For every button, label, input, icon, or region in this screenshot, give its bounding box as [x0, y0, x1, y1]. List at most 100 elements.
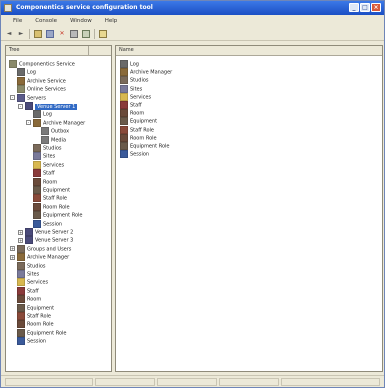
up-icon[interactable]: [34, 29, 42, 38]
tree-header-label: Tree: [9, 47, 20, 53]
tree-item[interactable]: Online Services: [17, 85, 66, 94]
collapse-icon[interactable]: -: [10, 95, 15, 101]
tree-item-label: Room Role: [27, 321, 54, 328]
tree-item[interactable]: Studios: [33, 144, 62, 152]
list-item-label: Room Role: [130, 135, 157, 142]
folder-icon: [17, 278, 25, 287]
title-bar[interactable]: Componentics service configuration tool …: [1, 1, 384, 15]
tree-item[interactable]: + Venue Server 3: [18, 236, 74, 245]
tree-item-label: Venue Server 2: [35, 229, 74, 236]
menu-file[interactable]: File: [13, 15, 22, 27]
forward-icon[interactable]: ►: [17, 30, 25, 38]
tree-item-label: Archive Manager: [43, 120, 86, 127]
tree-item-label: Staff Role: [43, 195, 68, 202]
list-item[interactable]: Studios: [120, 76, 149, 85]
expand-icon[interactable]: +: [10, 246, 15, 252]
tree-item[interactable]: Outbox: [41, 127, 69, 136]
tree-item[interactable]: Staff Role: [17, 312, 51, 320]
menu-window[interactable]: Window: [70, 15, 92, 27]
tree-item[interactable]: Session: [33, 219, 62, 228]
tree-item[interactable]: Equipment: [33, 186, 70, 194]
list-item[interactable]: Equipment: [120, 117, 157, 126]
staff-icon: [17, 286, 25, 295]
equipment-icon: [17, 303, 25, 312]
tree-item[interactable]: + Venue Server 2: [18, 228, 73, 236]
server-icon: [25, 102, 33, 110]
tree-item[interactable]: Archive Service: [17, 76, 66, 85]
tree-item[interactable]: Room Role: [33, 202, 70, 211]
expand-icon[interactable]: +: [18, 237, 23, 243]
tree-item[interactable]: Sites: [33, 152, 55, 161]
tree-item[interactable]: Staff Role: [33, 194, 68, 203]
tree-item[interactable]: - Venue Server 1: [18, 102, 78, 110]
back-icon[interactable]: ◄: [5, 30, 13, 38]
tree-item-label: Equipment: [27, 305, 55, 312]
list-item[interactable]: Staff: [120, 101, 142, 109]
menu-help[interactable]: Help: [105, 15, 118, 27]
media-icon: [41, 135, 49, 144]
list-item[interactable]: Session: [120, 150, 150, 159]
room-role-icon: [120, 133, 128, 142]
tree-item[interactable]: Services: [33, 160, 64, 169]
export-icon[interactable]: [82, 29, 90, 38]
tree-item-label: Venue Server 3: [35, 237, 74, 244]
menu-bar: File Console Window Help: [1, 15, 384, 27]
properties-icon[interactable]: [70, 29, 78, 38]
tree-item[interactable]: Staff: [33, 169, 55, 178]
tree-item-label: Studios: [43, 145, 62, 152]
list-item[interactable]: Sites: [120, 84, 142, 93]
tree-item[interactable]: Log: [17, 68, 36, 77]
tree-item[interactable]: Sites: [17, 270, 39, 278]
close-button[interactable]: ×: [371, 3, 381, 12]
tree-item[interactable]: - Archive Manager: [26, 118, 86, 127]
collapse-icon[interactable]: -: [18, 103, 23, 109]
menu-console[interactable]: Console: [35, 15, 57, 27]
help-icon[interactable]: [99, 29, 107, 38]
folder-icon: [33, 160, 41, 169]
tree-pane[interactable]: Tree Componentics Service Log Archive Serv…: [5, 45, 112, 372]
tree-header[interactable]: Tree: [6, 46, 111, 56]
tree-item[interactable]: Equipment Role: [17, 328, 67, 337]
list-item[interactable]: Services: [120, 92, 151, 101]
staff-role-icon: [33, 194, 41, 203]
list-item[interactable]: Equipment Role: [120, 142, 170, 150]
tree-item-label: Session: [27, 338, 47, 345]
details-pane[interactable]: Name Log Archive Manager Studios Sites Servi…: [115, 45, 383, 372]
tree-item[interactable]: Session: [17, 337, 47, 346]
header-splitter[interactable]: [88, 46, 89, 55]
list-item-label: Session: [130, 151, 150, 158]
tree-item[interactable]: Studios: [17, 261, 46, 270]
list-item[interactable]: Log: [120, 60, 139, 68]
tree-item[interactable]: Equipment: [17, 303, 55, 312]
list-item[interactable]: Archive Manager: [120, 68, 172, 77]
tree-item[interactable]: Room: [17, 295, 41, 304]
maximize-button[interactable]: □: [360, 3, 370, 12]
tree-item[interactable]: Equipment Role: [33, 211, 83, 220]
list-item[interactable]: Room Role: [120, 133, 157, 142]
tree-item[interactable]: Services: [17, 278, 48, 287]
list-item-label: Log: [130, 61, 139, 68]
session-icon: [120, 150, 128, 159]
tree-item[interactable]: Componentics Service: [9, 60, 75, 68]
expand-icon[interactable]: +: [10, 254, 15, 260]
list-item[interactable]: Staff Role: [120, 125, 154, 134]
tree-item[interactable]: Log: [33, 110, 52, 119]
delete-icon[interactable]: ✕: [58, 30, 66, 38]
tree-icon[interactable]: [46, 29, 54, 38]
room-icon: [33, 177, 41, 186]
tree-item[interactable]: Media: [41, 135, 66, 144]
tree-item[interactable]: Room Role: [17, 320, 54, 329]
studios-icon: [120, 76, 128, 85]
folder-icon: [120, 92, 128, 101]
list-header[interactable]: Name: [116, 46, 382, 56]
list-item[interactable]: Room: [120, 109, 144, 118]
tree-item[interactable]: Staff: [17, 286, 39, 295]
minimize-button[interactable]: _: [349, 3, 359, 12]
tree-item[interactable]: Room: [33, 177, 57, 186]
tree-item[interactable]: + Groups and Users: [10, 244, 71, 253]
expand-icon[interactable]: +: [18, 229, 23, 235]
collapse-icon[interactable]: -: [26, 120, 31, 126]
room-icon: [17, 295, 25, 304]
tree-item[interactable]: - Servers: [10, 93, 46, 102]
tree-item[interactable]: + Archive Manager: [10, 253, 69, 262]
